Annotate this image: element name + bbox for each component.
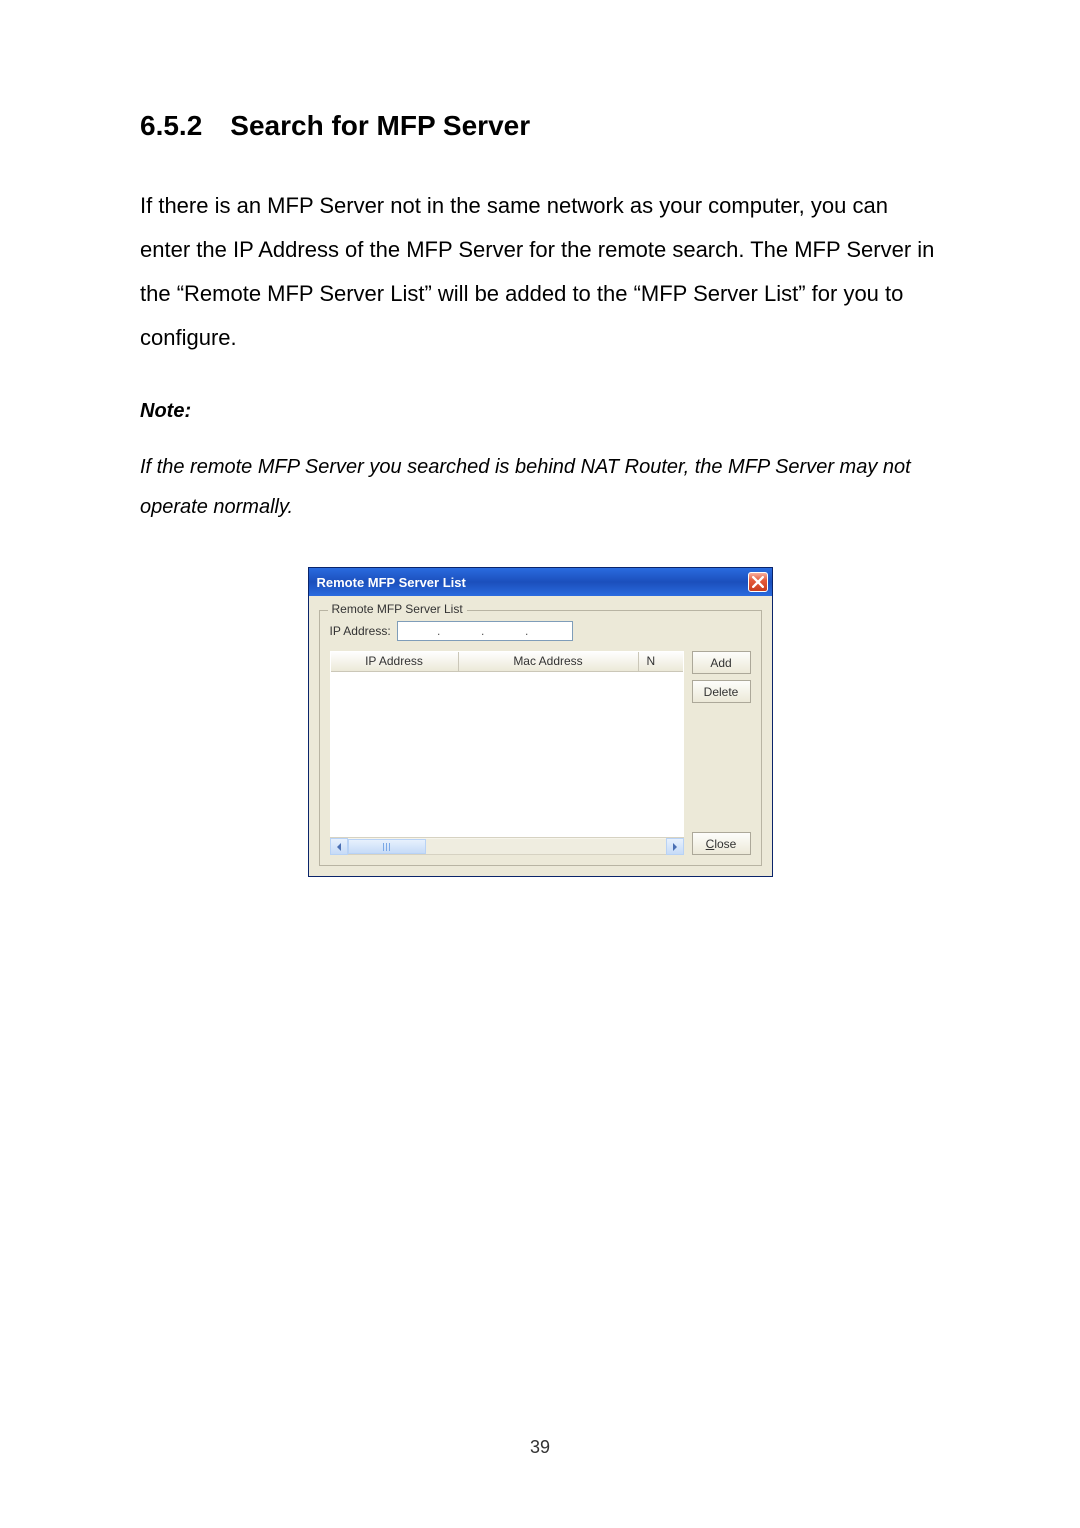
remote-mfp-server-list-group: Remote MFP Server List IP Address: . . . [319, 610, 762, 866]
note-text: If the remote MFP Server you searched is… [140, 447, 940, 527]
horizontal-scrollbar [330, 837, 684, 855]
dialog-title: Remote MFP Server List [317, 575, 466, 590]
column-ip-address[interactable]: IP Address [331, 652, 459, 671]
page-number: 39 [0, 1437, 1080, 1458]
section-body: If there is an MFP Server not in the sam… [140, 184, 940, 360]
add-button[interactable]: Add [692, 651, 751, 674]
dialog-titlebar: Remote MFP Server List [309, 568, 772, 596]
button-label: Delete [704, 685, 739, 699]
group-legend: Remote MFP Server List [328, 602, 467, 616]
section-heading: 6.5.2 Search for MFP Server [140, 110, 940, 142]
column-n[interactable]: N [639, 652, 683, 671]
scroll-right-button[interactable] [666, 838, 684, 855]
section-number: 6.5.2 [140, 110, 202, 142]
ip-address-label: IP Address: [330, 624, 391, 638]
close-button[interactable]: Close [692, 832, 751, 855]
scroll-left-button[interactable] [330, 838, 348, 855]
listview-header: IP Address Mac Address N [331, 652, 683, 672]
server-listview: IP Address Mac Address N [330, 651, 684, 855]
remote-mfp-server-list-dialog: Remote MFP Server List Remote MFP Server… [308, 567, 773, 877]
column-mac-address[interactable]: Mac Address [459, 652, 639, 671]
delete-button[interactable]: Delete [692, 680, 751, 703]
scrollbar-track[interactable] [348, 838, 666, 855]
note-label: Note: [140, 400, 940, 423]
button-label: Add [710, 656, 731, 670]
ip-octet-3[interactable] [486, 622, 524, 640]
scrollbar-thumb[interactable] [348, 839, 426, 854]
listview-rows[interactable] [331, 672, 683, 836]
button-label: Close [706, 837, 737, 851]
ip-octet-2[interactable] [442, 622, 480, 640]
ip-address-field: . . . [397, 621, 573, 641]
ip-octet-4[interactable] [530, 622, 568, 640]
section-title: Search for MFP Server [230, 110, 530, 141]
ip-octet-1[interactable] [398, 622, 436, 640]
close-icon[interactable] [748, 572, 768, 592]
